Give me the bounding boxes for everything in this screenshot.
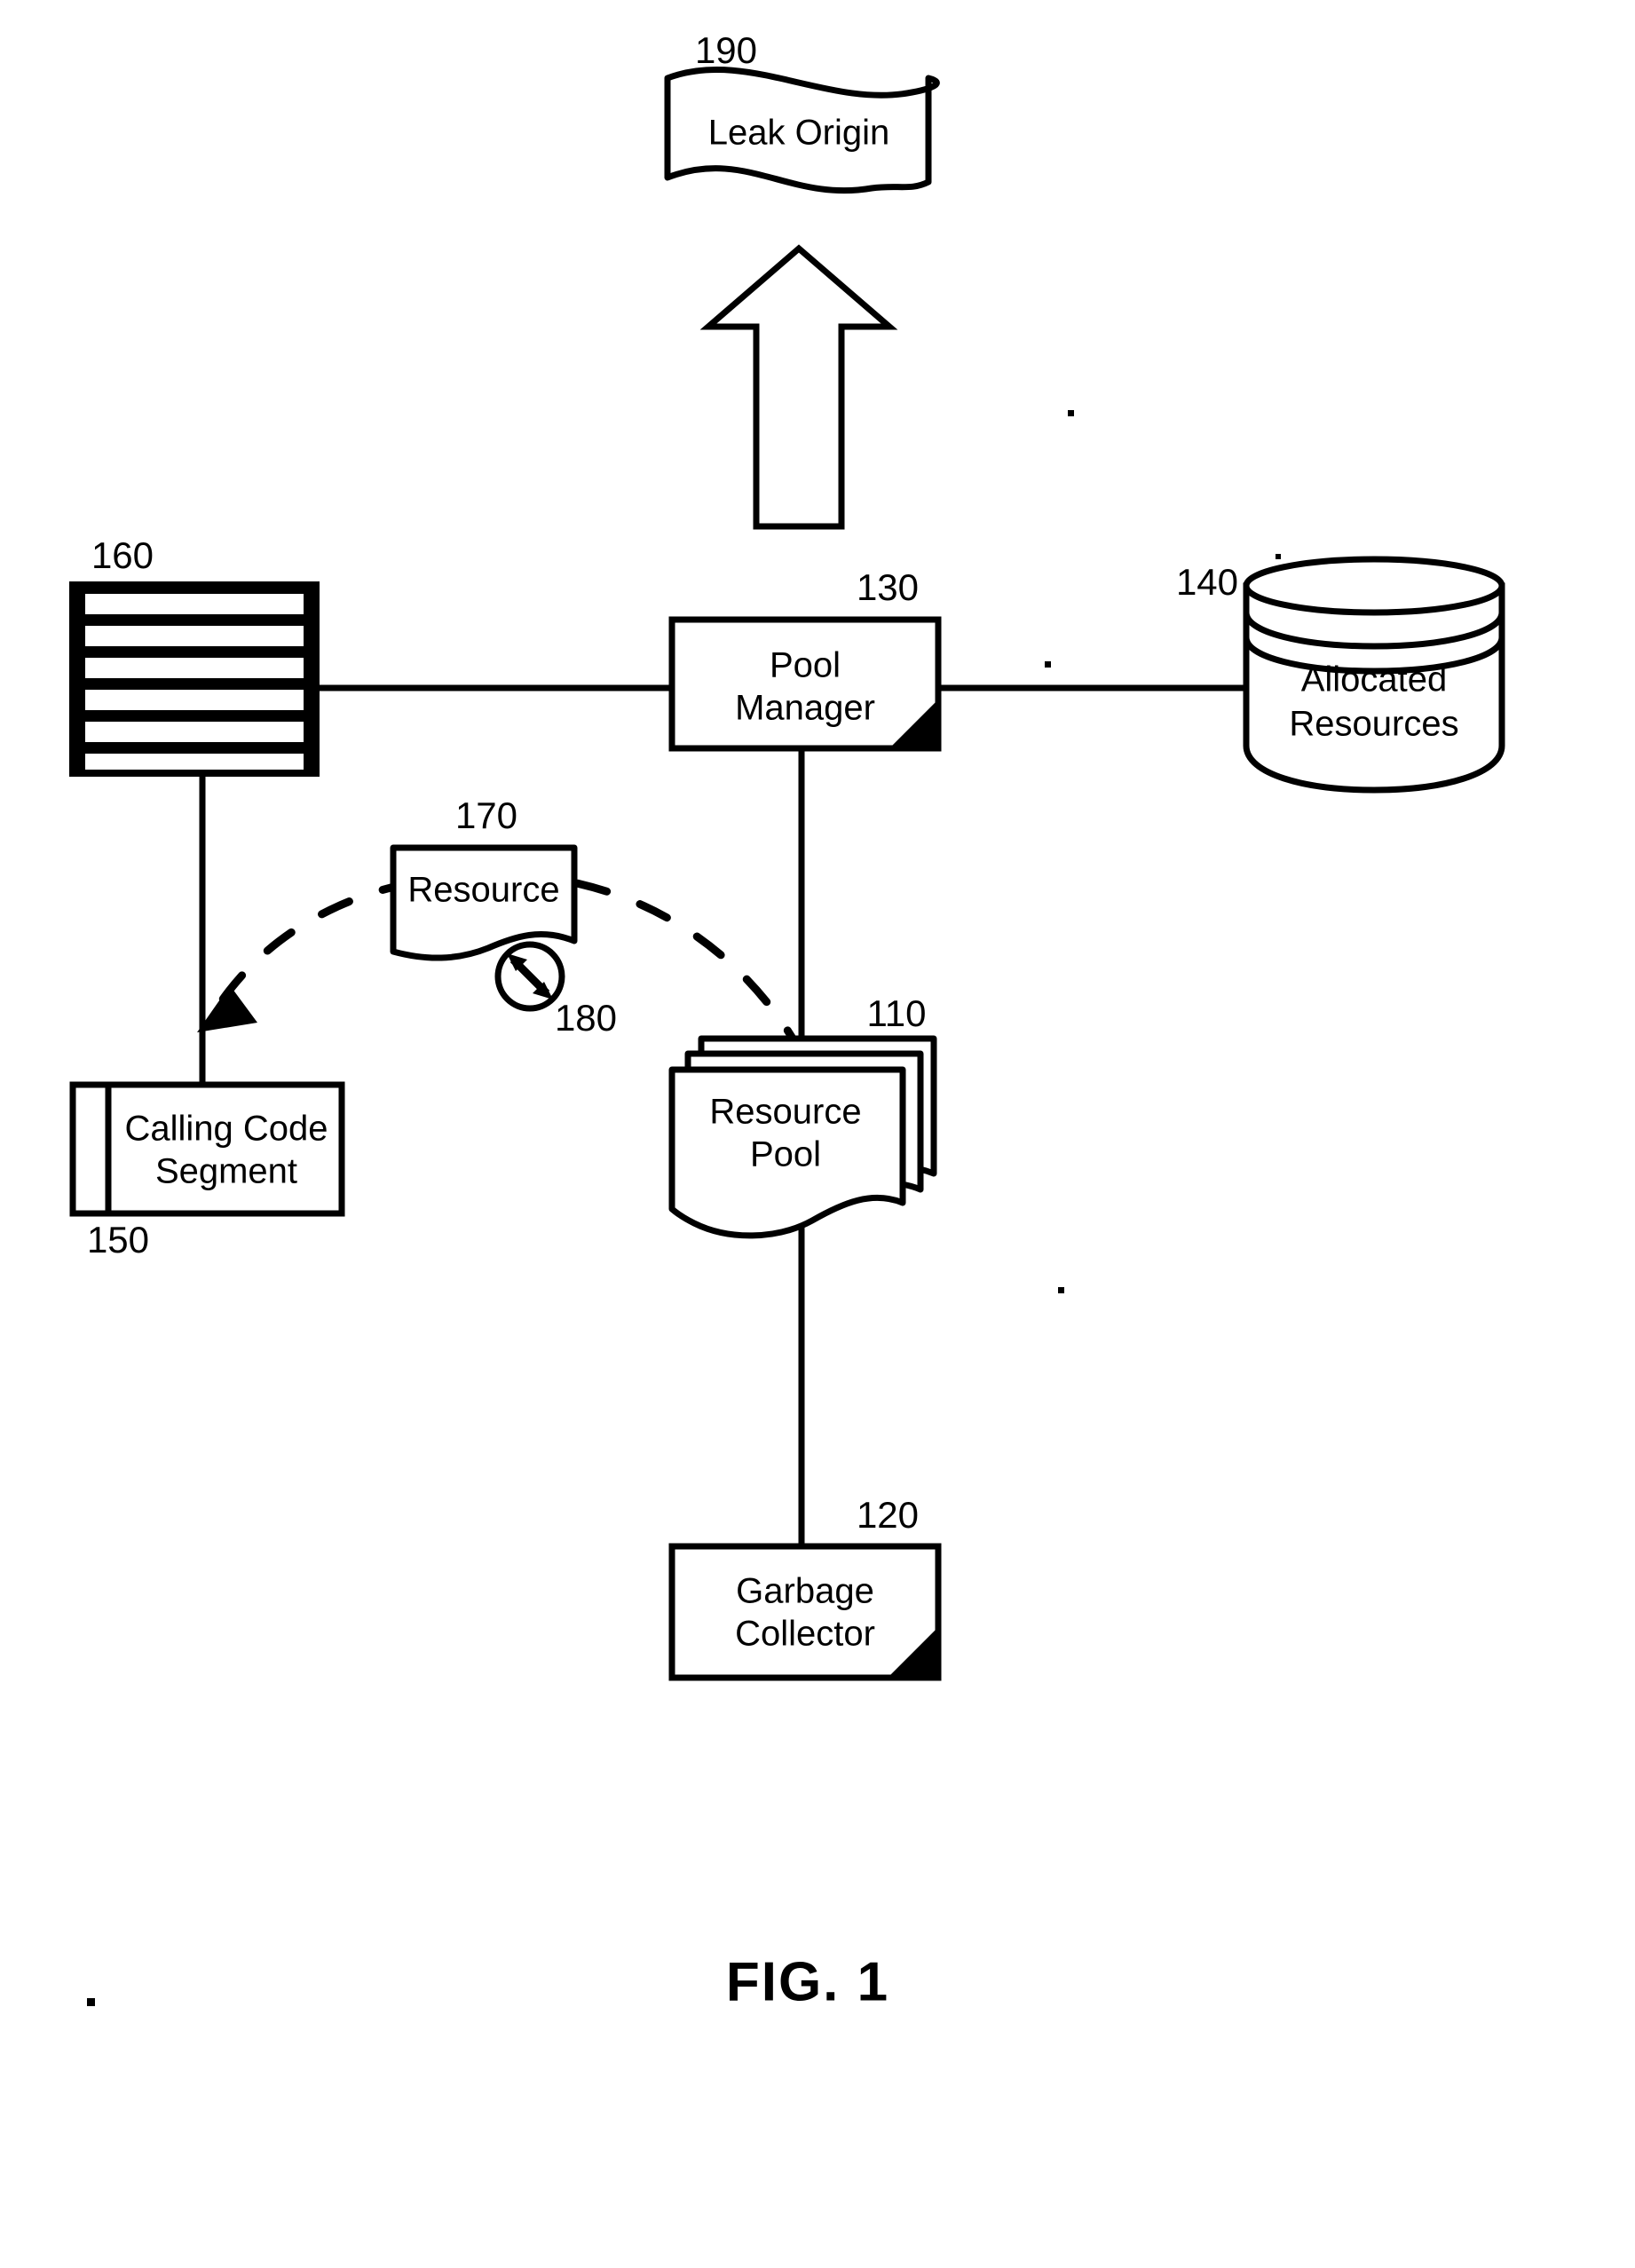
scan-speck (1068, 410, 1074, 416)
node-resource[interactable]: Resource 170 (390, 794, 578, 961)
resource-label: Resource (407, 871, 559, 910)
ref-170: 170 (455, 794, 517, 836)
allocated-resources-label-line2: Resources (1289, 705, 1458, 744)
node-timer[interactable]: 180 (494, 941, 617, 1039)
resource-pool-label-line2: Pool (750, 1135, 821, 1174)
scan-speck (87, 1998, 95, 2006)
node-calling-code-segment[interactable]: Calling Code Segment 150 (69, 1081, 345, 1260)
ref-130: 130 (857, 566, 919, 608)
node-code-listing[interactable]: 160 (69, 534, 320, 777)
ref-110: 110 (867, 992, 927, 1034)
ref-140: 140 (1176, 561, 1238, 603)
calling-code-segment-label-line1: Calling Code (124, 1110, 328, 1149)
scan-speck (1045, 661, 1051, 668)
ref-120: 120 (857, 1494, 919, 1536)
ref-190: 190 (695, 29, 757, 71)
figure-canvas: Leak Origin 190 160 Pool Manager 130 All… (69, 29, 1505, 2012)
scan-speck (1276, 554, 1281, 559)
figure-caption: FIG. 1 (726, 1951, 889, 2012)
leak-origin-label: Leak Origin (708, 114, 890, 153)
garbage-collector-label-line1: Garbage (736, 1572, 874, 1611)
node-allocated-resources[interactable]: Allocated Resources 140 (1176, 556, 1505, 794)
resource-pool-label-line1: Resource (709, 1093, 861, 1132)
node-leak-origin[interactable]: Leak Origin 190 (664, 29, 940, 194)
garbage-collector-label-line2: Collector (735, 1615, 875, 1654)
allocated-resources-label-line1: Allocated (1301, 660, 1448, 699)
figure-page: Leak Origin 190 160 Pool Manager 130 All… (0, 0, 1635, 2268)
hollow-block-arrow-up-icon (699, 244, 898, 530)
calling-code-segment-label-line2: Segment (155, 1152, 297, 1191)
pool-manager-label-line2: Manager (735, 689, 875, 728)
ref-160: 160 (91, 534, 154, 576)
node-garbage-collector[interactable]: Garbage Collector 120 (668, 1494, 942, 1681)
ref-180: 180 (555, 997, 617, 1039)
node-pool-manager[interactable]: Pool Manager 130 (668, 566, 942, 752)
scan-speck (1058, 1287, 1064, 1293)
pool-manager-label-line1: Pool (770, 646, 841, 685)
ref-150: 150 (87, 1219, 149, 1260)
